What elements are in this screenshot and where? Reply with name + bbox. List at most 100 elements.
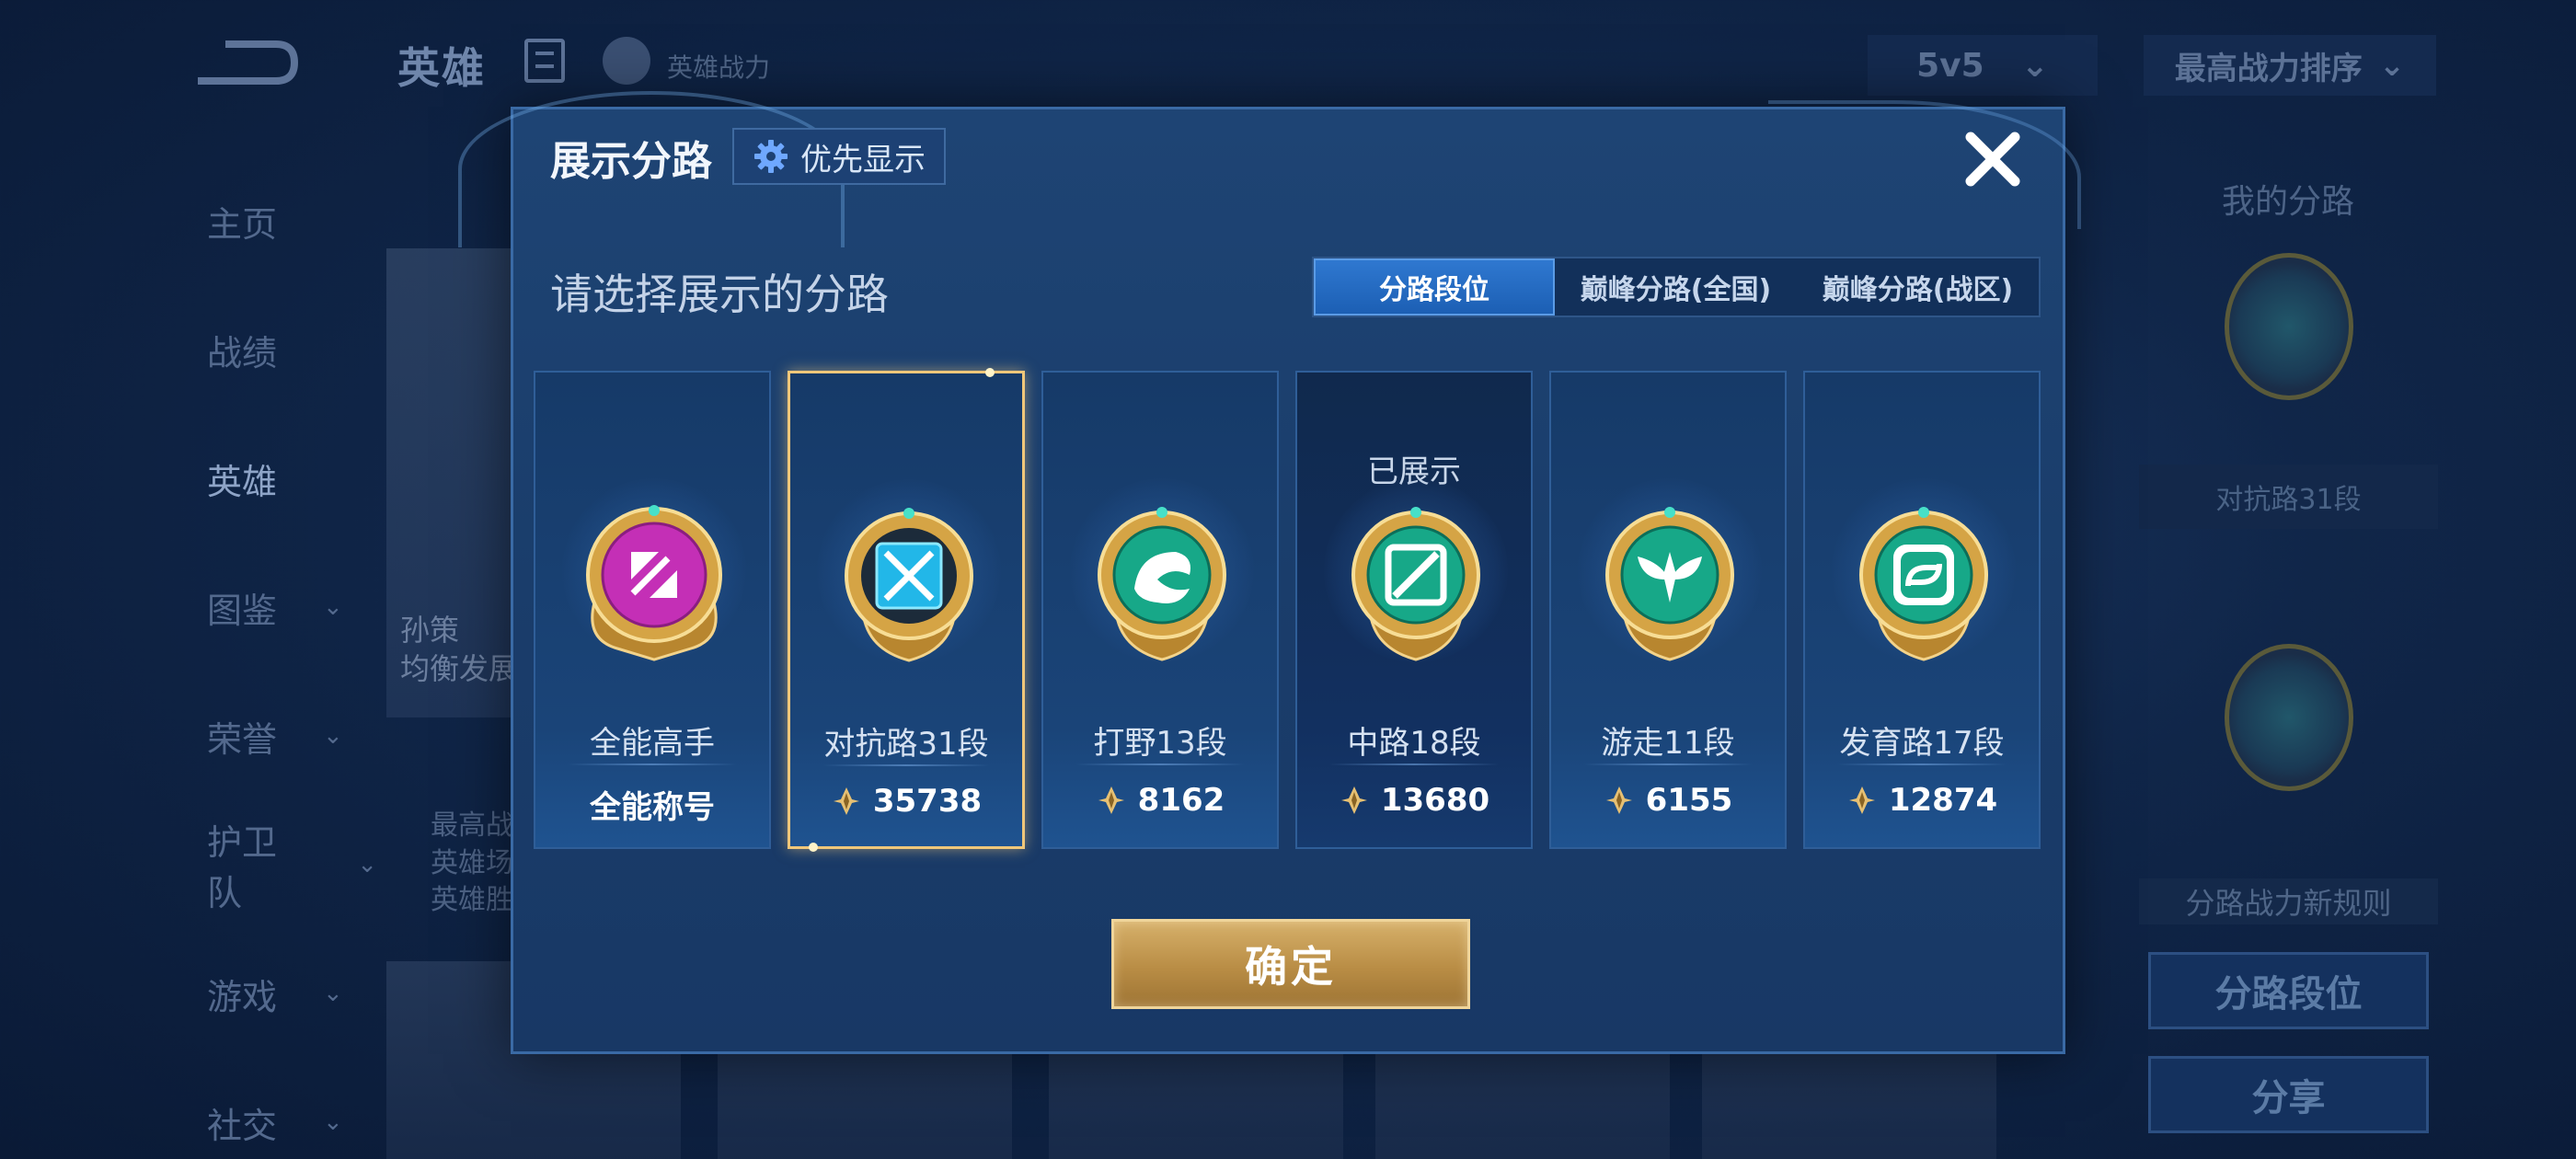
lane-score-row: 35738 [790, 783, 1022, 820]
divider [1837, 763, 2007, 765]
sidebar-item-hero[interactable]: 英雄 [166, 414, 377, 543]
sort-select[interactable]: 最高战力排序 ⌄ [2144, 35, 2436, 96]
priority-display-label: 优先显示 [800, 141, 926, 178]
lane-score-row: 12874 [1805, 782, 2039, 819]
sidebar-item-label: 图鉴 [207, 590, 278, 631]
chevron-down-icon: ⌄ [2020, 46, 2049, 85]
sidebar-nav: 主页 战绩 英雄 图鉴 ⌄ 荣誉 ⌄ 护卫队 ⌄ 游戏 ⌄ 社交 ⌄ [166, 156, 377, 1159]
hero-power-icon[interactable] [603, 37, 650, 85]
lane-type-tabs: 分路段位 巅峰分路(全国) 巅峰分路(战区) [1312, 257, 2041, 317]
mid-lane-emblem-icon [1351, 507, 1480, 661]
lane-card-farm[interactable]: 发育路17段 12874 [1803, 371, 2041, 849]
lane-role-name: 打野13段 [1093, 725, 1227, 762]
tab-peak-lane-region[interactable]: 巅峰分路(战区) [1797, 258, 2039, 316]
lane-power-value: 6155 [1645, 782, 1733, 819]
close-icon[interactable] [1958, 124, 2028, 194]
divider [568, 763, 737, 765]
hero-stat-line: 英雄场 [431, 846, 513, 879]
decorative-swirl [1768, 100, 2081, 229]
section-title: 请选择展示的分路 [550, 270, 889, 319]
corner-spark [809, 843, 818, 852]
chevron-down-icon: ⌄ [2378, 47, 2406, 84]
jungle-emblem-icon [1098, 507, 1226, 661]
lane-power-value: 8162 [1137, 782, 1225, 819]
divider [1583, 763, 1753, 765]
chevron-down-icon: ⌄ [323, 1108, 343, 1136]
divider [1329, 763, 1499, 765]
mode-select-value: 5v5 [1916, 46, 1984, 85]
lane-power-value: 12874 [1888, 782, 1998, 819]
lane-badge-icon [2225, 253, 2353, 400]
gear-icon [754, 140, 788, 173]
dialog-title: 展示分路 [550, 138, 712, 185]
lane-score-row: 8162 [1043, 782, 1277, 819]
sidebar-item-label: 游戏 [207, 976, 278, 1017]
chevron-down-icon: ⌄ [323, 593, 343, 621]
lane-card-clash[interactable]: 对抗路31段 35738 [788, 368, 1025, 852]
lane-card-list: 全能高手 全能称号 对抗路31段 35738 打野13段 8162 已展示 中路… [534, 368, 2042, 852]
sidebar-item-label: 护卫队 [207, 822, 278, 913]
power-icon [1340, 786, 1367, 814]
lane-score-row: 全能称号 [535, 782, 769, 827]
divider [822, 764, 990, 766]
power-icon [1848, 786, 1875, 814]
sidebar-item-label: 社交 [207, 1105, 278, 1146]
hero-card-text: 孙策 均衡发展 [400, 612, 518, 688]
lane-score-row: 13680 [1297, 782, 1531, 819]
lane-badge-icon [2225, 644, 2353, 791]
sidebar-item-label: 战绩 [207, 332, 278, 373]
allround-emblem-icon [586, 505, 722, 661]
lane-role-name: 对抗路31段 [823, 726, 989, 763]
lane-role-name: 中路18段 [1347, 725, 1481, 762]
lane-power-value: 13680 [1380, 782, 1490, 819]
tab-peak-lane-national[interactable]: 巅峰分路(全国) [1555, 258, 1797, 316]
confirm-button[interactable]: 确定 [1111, 919, 1470, 1009]
chevron-down-icon: ⌄ [323, 980, 343, 1007]
hero-tag: 均衡发展 [400, 650, 519, 686]
lane-card-roam[interactable]: 游走11段 6155 [1549, 371, 1787, 849]
lane-rank-button[interactable]: 分路段位 [2148, 952, 2429, 1029]
sidebar-item-game[interactable]: 游戏 ⌄ [166, 929, 377, 1058]
lane-power-rule-link[interactable]: 分路战力新规则 [2139, 878, 2438, 924]
lane-power-value: 35738 [872, 783, 983, 820]
share-button[interactable]: 分享 [2148, 1056, 2429, 1133]
sort-select-value: 最高战力排序 [2174, 50, 2363, 87]
roam-emblem-icon [1605, 507, 1734, 661]
sidebar-item-social[interactable]: 社交 ⌄ [166, 1058, 377, 1159]
lane-card-jungle[interactable]: 打野13段 8162 [1041, 371, 1279, 849]
my-lane-label: 对抗路31段 [2139, 465, 2438, 529]
chevron-down-icon: ⌄ [357, 851, 377, 878]
sidebar-item-label: 主页 [207, 203, 278, 245]
tab-lane-rank[interactable]: 分路段位 [1314, 258, 1555, 316]
priority-display-button[interactable]: 优先显示 [732, 128, 946, 185]
page-title: 英雄 [397, 43, 486, 93]
sidebar-item-guard[interactable]: 护卫队 ⌄ [166, 800, 377, 929]
my-lane-title: 我的分路 [2222, 183, 2355, 221]
lane-role-name: 游走11段 [1601, 725, 1735, 762]
divider [1075, 763, 1245, 765]
corner-spark [985, 368, 995, 377]
lane-score-row: 6155 [1551, 782, 1785, 819]
sidebar-item-label: 英雄 [207, 461, 278, 502]
list-icon[interactable] [524, 39, 565, 83]
sidebar-item-home[interactable]: 主页 [166, 156, 377, 285]
clash-lane-emblem-icon [845, 508, 973, 662]
display-lane-dialog: 展示分路 优先显示 请选择展示的分路 分路段位 巅峰分路(全国) 巅峰分路(战区… [458, 91, 2081, 1054]
lane-card-mid[interactable]: 已展示 中路18段 13680 [1295, 371, 1533, 849]
hero-stats: 最高战 英雄场 英雄胜 [431, 808, 513, 920]
lane-card-allround[interactable]: 全能高手 全能称号 [534, 371, 771, 849]
power-icon [1605, 786, 1632, 814]
power-icon [833, 787, 859, 815]
hero-power-label[interactable]: 英雄战力 [667, 48, 770, 85]
lane-role-name: 发育路17段 [1839, 725, 2005, 762]
chevron-down-icon: ⌄ [323, 722, 343, 750]
sidebar-item-label: 荣誉 [207, 718, 278, 760]
sidebar-item-record[interactable]: 战绩 [166, 285, 377, 414]
lane-role-name: 全能高手 [590, 725, 715, 762]
sidebar-item-honor[interactable]: 荣誉 ⌄ [166, 671, 377, 800]
sidebar-item-codex[interactable]: 图鉴 ⌄ [166, 543, 377, 671]
mode-select[interactable]: 5v5 ⌄ [1868, 35, 2098, 96]
hero-name: 孙策 [400, 613, 460, 648]
farm-lane-emblem-icon [1859, 507, 1988, 661]
back-arrow-icon[interactable] [189, 35, 299, 90]
